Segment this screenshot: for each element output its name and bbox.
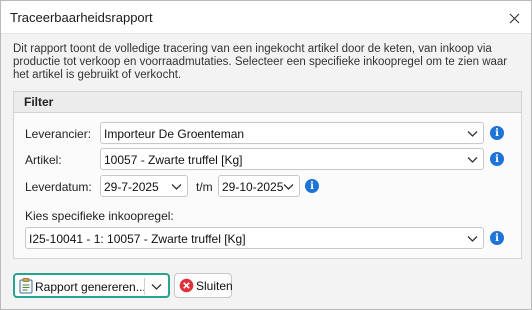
chevron-down-icon bbox=[283, 184, 294, 190]
article-value: 10057 - Zwarte truffel [Kg] bbox=[104, 153, 243, 167]
purchase-line-info-icon[interactable]: i bbox=[490, 231, 504, 245]
chevron-down-icon bbox=[467, 131, 478, 137]
cancel-circle-icon bbox=[179, 278, 194, 293]
article-label: Artikel: bbox=[25, 153, 62, 167]
filter-group: Filter Leverancier: Importeur De Groente… bbox=[13, 91, 522, 259]
report-description: Dit rapport toont de volledige tracering… bbox=[13, 43, 508, 81]
date-from-value: 29-7-2025 bbox=[104, 180, 159, 194]
date-range-separator: t/m bbox=[196, 180, 213, 194]
delivery-date-label: Leverdatum: bbox=[25, 180, 92, 194]
chevron-down-icon[interactable] bbox=[151, 282, 162, 291]
close-label: Sluiten bbox=[196, 279, 233, 293]
window-title: Traceerbaarheidsrapport bbox=[10, 10, 153, 25]
chevron-down-icon bbox=[171, 184, 182, 190]
date-to-picker[interactable]: 29-10-2025 bbox=[218, 175, 300, 197]
title-bar: Traceerbaarheidsrapport bbox=[1, 1, 531, 34]
purchase-line-label: Kies specifieke inkoopregel: bbox=[25, 209, 174, 223]
article-select[interactable]: 10057 - Zwarte truffel [Kg] bbox=[100, 148, 484, 170]
date-info-icon[interactable]: i bbox=[305, 179, 319, 193]
purchase-line-select[interactable]: I25-10041 - 1: 10057 - Zwarte truffel [K… bbox=[25, 227, 484, 249]
supplier-value: Importeur De Groenteman bbox=[104, 127, 245, 141]
date-to-value: 29-10-2025 bbox=[222, 180, 284, 194]
supplier-label: Leverancier: bbox=[25, 127, 92, 141]
filter-title: Filter bbox=[24, 95, 54, 109]
split-divider bbox=[144, 278, 145, 295]
clipboard-report-icon bbox=[19, 278, 33, 294]
dialog-window: Traceerbaarheidsrapport Dit rapport toon… bbox=[0, 0, 532, 310]
supplier-select[interactable]: Importeur De Groenteman bbox=[100, 122, 484, 144]
purchase-line-value: I25-10041 - 1: 10057 - Zwarte truffel [K… bbox=[29, 232, 246, 246]
article-info-icon[interactable]: i bbox=[490, 152, 504, 166]
chevron-down-icon bbox=[467, 157, 478, 163]
chevron-down-icon bbox=[467, 236, 478, 242]
close-icon bbox=[509, 13, 519, 23]
close-button[interactable]: Sluiten bbox=[174, 273, 233, 298]
filter-header: Filter bbox=[14, 92, 521, 113]
window-close-button[interactable] bbox=[503, 7, 525, 29]
generate-report-button[interactable]: Rapport genereren... bbox=[13, 273, 170, 298]
generate-report-label: Rapport genereren... bbox=[35, 280, 146, 294]
supplier-info-icon[interactable]: i bbox=[490, 126, 504, 140]
date-from-picker[interactable]: 29-7-2025 bbox=[100, 175, 188, 197]
